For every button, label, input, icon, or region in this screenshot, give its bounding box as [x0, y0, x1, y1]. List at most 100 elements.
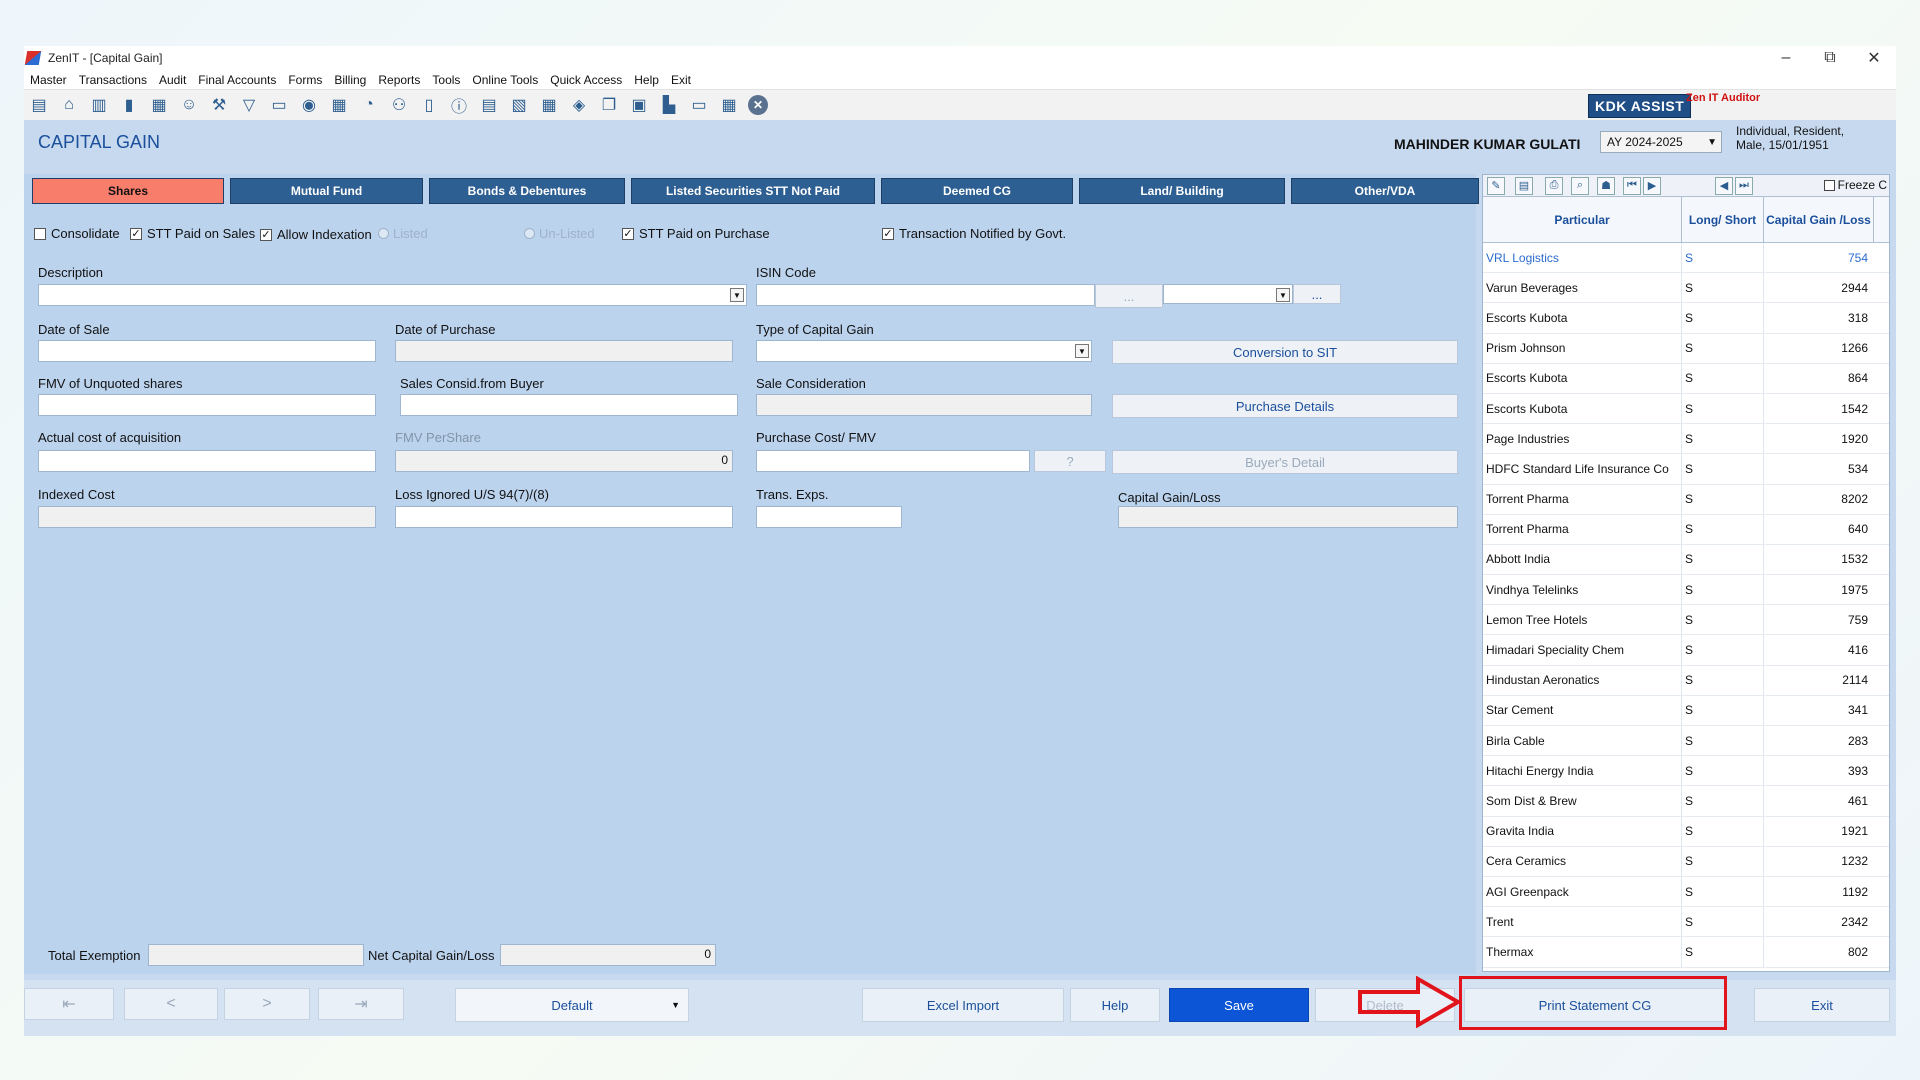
description-input[interactable]: ▼ — [38, 284, 747, 306]
isin-more-button[interactable]: ... — [1293, 284, 1341, 304]
column-header-particular[interactable]: Particular — [1483, 197, 1682, 242]
table-row[interactable]: Varun Beverages S 2944 — [1483, 273, 1889, 304]
copy-icon[interactable]: ❐ — [598, 94, 620, 116]
purchase-cost-help-button[interactable]: ? — [1034, 450, 1106, 472]
doc-icon[interactable]: ▧ — [508, 94, 530, 116]
transaction-notified-checkbox[interactable]: ✓ Transaction Notified by Govt. — [882, 226, 1066, 241]
save-button[interactable]: Save — [1169, 988, 1309, 1022]
building-icon[interactable]: ▥ — [88, 94, 110, 116]
column-header-capital-gain-loss[interactable]: Capital Gain /Loss — [1764, 197, 1874, 242]
purchase-details-button[interactable]: Purchase Details — [1112, 394, 1458, 418]
type-of-capital-gain-select[interactable]: ▼ — [756, 340, 1092, 362]
actual-cost-input[interactable] — [38, 450, 376, 472]
capital-gain-loss-input[interactable] — [1118, 506, 1458, 528]
rewind-icon[interactable]: ◉ — [298, 94, 320, 116]
person-icon[interactable]: ▙ — [658, 94, 680, 116]
people-icon[interactable]: ☺ — [178, 94, 200, 116]
menu-online-tools[interactable]: Online Tools — [472, 73, 538, 87]
first-record-button[interactable]: ⇤ — [24, 988, 114, 1020]
menu-transactions[interactable]: Transactions — [79, 73, 147, 87]
tab-shares[interactable]: Shares — [32, 178, 224, 204]
table-row[interactable]: Cera Ceramics S 1232 — [1483, 846, 1889, 877]
help-button[interactable]: Help — [1070, 988, 1160, 1022]
default-select[interactable]: Default ▼ — [455, 988, 689, 1022]
isin-code-input[interactable] — [756, 284, 1095, 306]
grid-icon[interactable]: ▦ — [718, 94, 740, 116]
listed-radio[interactable]: Listed — [378, 226, 428, 241]
isin-select[interactable]: ▼ — [1163, 284, 1293, 304]
sale-consideration-input[interactable] — [756, 394, 1092, 416]
purchase-cost-input[interactable] — [756, 450, 1030, 472]
tab-land-building[interactable]: Land/ Building — [1079, 178, 1285, 204]
table-row[interactable]: Abbott India S 1532 — [1483, 544, 1889, 576]
org-icon[interactable]: ☗ — [1597, 176, 1615, 195]
tab-mutual-fund[interactable]: Mutual Fund — [230, 178, 423, 204]
last-record-icon[interactable]: ⏭ — [1735, 176, 1753, 195]
loss-ignored-input[interactable] — [395, 506, 733, 528]
pie-icon[interactable]: ◔ — [358, 94, 380, 116]
total-exemption-input[interactable] — [148, 944, 364, 966]
table-row[interactable]: Hitachi Energy India S 393 — [1483, 756, 1889, 787]
table-row[interactable]: AGI Greenpack S 1192 — [1483, 876, 1889, 908]
table-row[interactable]: Trent S 2342 — [1483, 907, 1889, 938]
menu-master[interactable]: Master — [30, 73, 67, 87]
table-row[interactable]: Birla Cable S 283 — [1483, 726, 1889, 757]
table-row[interactable]: Star Cement S 341 — [1483, 695, 1889, 726]
table-row[interactable]: Himadari Speciality Chem S 416 — [1483, 635, 1889, 666]
menu-reports[interactable]: Reports — [378, 73, 420, 87]
table-row[interactable]: VRL Logistics S 754 — [1483, 243, 1889, 274]
hammer-icon[interactable]: ⚒ — [208, 94, 230, 116]
menu-forms[interactable]: Forms — [288, 73, 322, 87]
export-icon[interactable]: ▤ — [1515, 176, 1533, 195]
pay-icon[interactable]: ⚇ — [388, 94, 410, 116]
tab-deemed-cg[interactable]: Deemed CG — [881, 178, 1073, 204]
calculator-icon[interactable]: ▦ — [328, 94, 350, 116]
consolidate-checkbox[interactable]: Consolidate — [34, 226, 120, 241]
fmv-pershare-input[interactable]: 0 — [395, 450, 733, 472]
trans-exps-input[interactable] — [756, 506, 902, 528]
date-of-purchase-input[interactable] — [395, 340, 733, 362]
first-record-icon[interactable]: ⏮ — [1623, 176, 1641, 195]
minimize-icon[interactable]: – — [1764, 46, 1808, 70]
form-icon[interactable]: ▤ — [478, 94, 500, 116]
menu-billing[interactable]: Billing — [334, 73, 366, 87]
tab-listed-securities-stt-not-paid[interactable]: Listed Securities STT Not Paid — [631, 178, 875, 204]
fmv-unquoted-input[interactable] — [38, 394, 376, 416]
filter-icon[interactable]: ▽ — [238, 94, 260, 116]
tab-bonds-debentures[interactable]: Bonds & Debentures — [429, 178, 625, 204]
table-row[interactable]: Page Industries S 1920 — [1483, 424, 1889, 455]
close-icon[interactable]: ✕ — [748, 95, 768, 115]
indexed-cost-input[interactable] — [38, 506, 376, 528]
conversion-to-sit-button[interactable]: Conversion to SIT — [1112, 340, 1458, 364]
menu-exit[interactable]: Exit — [671, 73, 691, 87]
stt-purchase-checkbox[interactable]: ✓ STT Paid on Purchase — [622, 226, 770, 241]
unlisted-radio[interactable]: Un-Listed — [524, 226, 595, 241]
table-row[interactable]: Hindustan Aeronatics S 2114 — [1483, 665, 1889, 696]
book-icon[interactable]: ▤ — [28, 94, 50, 116]
isin-lookup-button[interactable]: ... — [1095, 284, 1163, 308]
tablet-icon[interactable]: ▯ — [418, 94, 440, 116]
table-row[interactable]: Escorts Kubota S 318 — [1483, 303, 1889, 334]
prev-icon[interactable]: ◀ — [1715, 176, 1733, 195]
table-row[interactable]: Gravita India S 1921 — [1483, 816, 1889, 847]
search-icon[interactable]: ⌕ — [1571, 176, 1589, 195]
previous-record-button[interactable]: < — [124, 988, 218, 1020]
sales-consid-buyer-input[interactable] — [400, 394, 738, 416]
menu-tools[interactable]: Tools — [432, 73, 460, 87]
info-icon[interactable]: ⓘ — [448, 94, 470, 116]
allow-indexation-checkbox[interactable]: ✓ Allow Indexation — [260, 227, 372, 242]
close-window-icon[interactable]: ✕ — [1852, 46, 1896, 70]
column-header-long-short[interactable]: Long/ Short — [1682, 197, 1764, 242]
chevron-down-icon[interactable]: ▼ — [730, 288, 744, 302]
table-row[interactable]: Torrent Pharma S 8202 — [1483, 484, 1889, 515]
table-row[interactable]: Vindhya Telelinks S 1975 — [1483, 575, 1889, 606]
menu-help[interactable]: Help — [634, 73, 659, 87]
restore-icon[interactable]: ⧉ — [1808, 46, 1852, 70]
bs-icon[interactable]: ▣ — [628, 94, 650, 116]
shield-icon[interactable]: ◈ — [568, 94, 590, 116]
tax-icon[interactable]: ▭ — [268, 94, 290, 116]
table-row[interactable]: Torrent Pharma S 640 — [1483, 514, 1889, 545]
play-icon[interactable]: ▶ — [1643, 176, 1661, 195]
date-of-sale-input[interactable] — [38, 340, 376, 362]
filter-clear-icon[interactable]: ✎ — [1487, 176, 1505, 195]
